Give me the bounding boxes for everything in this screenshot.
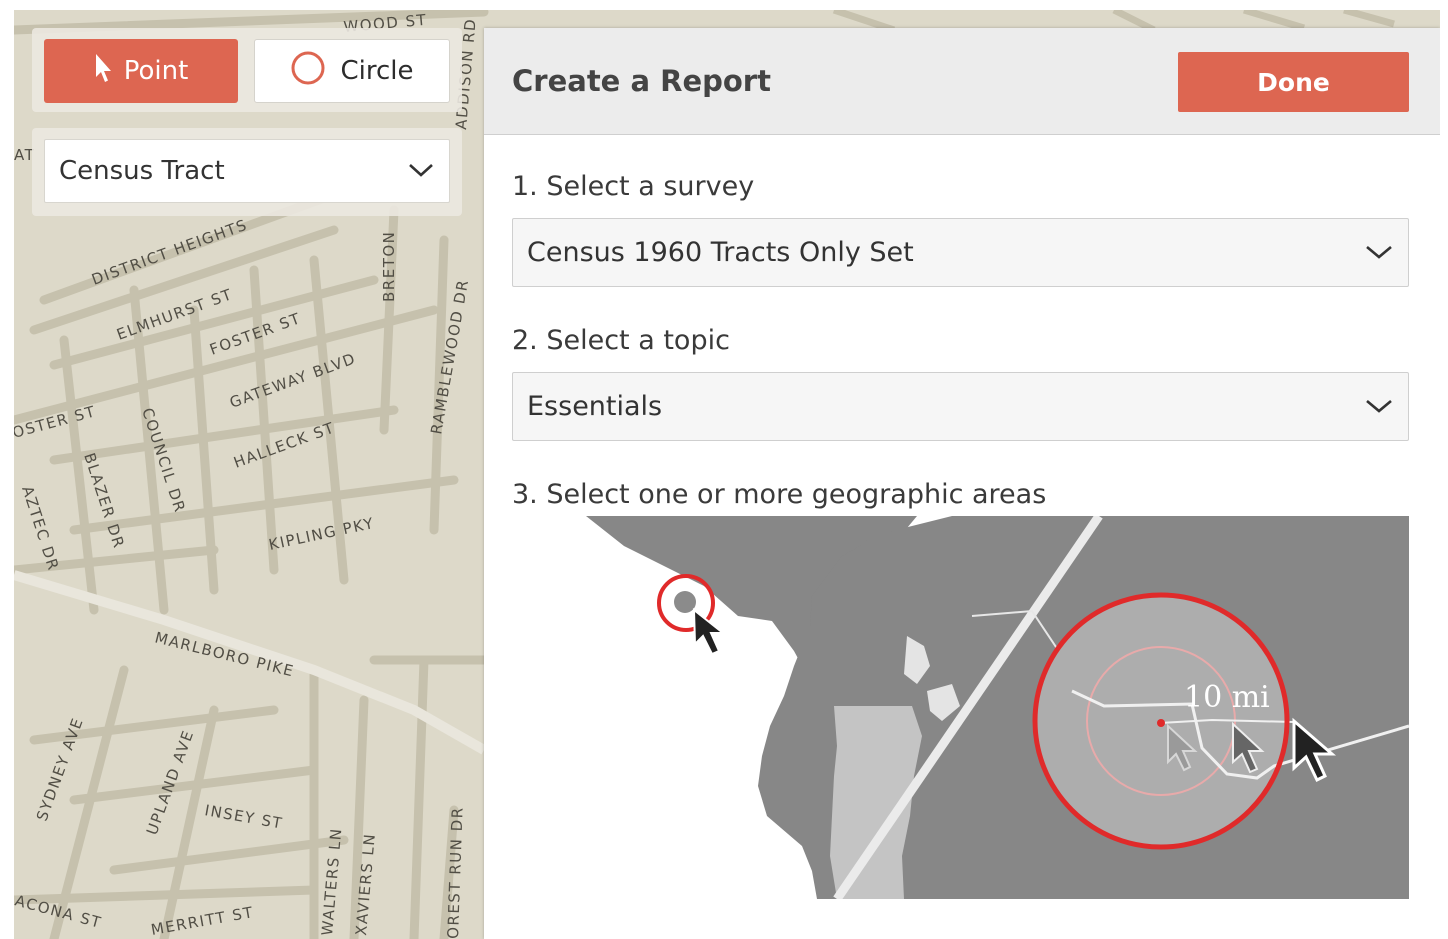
circle-outline-icon	[290, 50, 326, 93]
geography-type-select[interactable]: Census Tract	[44, 139, 450, 203]
circle-tool-button[interactable]: Circle	[254, 39, 450, 103]
panel-title: Create a Report	[512, 64, 771, 98]
chevron-down-icon	[407, 156, 435, 186]
point-tool-button[interactable]: Point	[44, 39, 238, 103]
topic-step-label: 2. Select a topic	[512, 325, 730, 356]
survey-select[interactable]: Census 1960 Tracts Only Set	[512, 218, 1409, 287]
geographic-selection-illustration: 10 mi	[512, 516, 1409, 899]
street-label: INSEY ST	[203, 801, 284, 832]
radius-label: 10 mi	[1184, 680, 1270, 715]
street-label: DISTRICT HEIGHTS	[89, 216, 250, 289]
street-label: MERRITT ST	[150, 903, 256, 939]
topic-select[interactable]: Essentials	[512, 372, 1409, 441]
geography-type-value: Census Tract	[59, 156, 225, 186]
point-tool-label: Point	[123, 56, 189, 86]
topic-select-value: Essentials	[527, 391, 663, 422]
street-label: BRETON	[380, 231, 398, 302]
street-label: AZTEC DR	[18, 484, 62, 574]
cursor-arrow-icon	[94, 53, 112, 90]
street-label: SYDNEY AVE	[33, 715, 87, 823]
chevron-down-icon	[1364, 237, 1394, 268]
geography-step-label: 3. Select one or more geographic areas	[512, 479, 1047, 510]
street-label: KIPLING PKY	[267, 514, 376, 554]
circle-tool-label: Circle	[340, 56, 414, 86]
survey-step-label: 1. Select a survey	[512, 171, 755, 202]
report-panel: Create a Report Done 1. Select a survey …	[484, 28, 1440, 939]
street-label: RAMBLEWOOD DR	[427, 278, 472, 436]
chevron-down-icon	[1364, 391, 1394, 422]
street-label: OREST RUN DR	[444, 806, 467, 939]
survey-select-value: Census 1960 Tracts Only Set	[527, 237, 914, 268]
done-button[interactable]: Done	[1178, 52, 1409, 112]
panel-header: Create a Report Done	[484, 28, 1440, 135]
app-frame: DISTRICT HEIGHTS ELMHURST ST FOSTER ST G…	[14, 10, 1440, 939]
